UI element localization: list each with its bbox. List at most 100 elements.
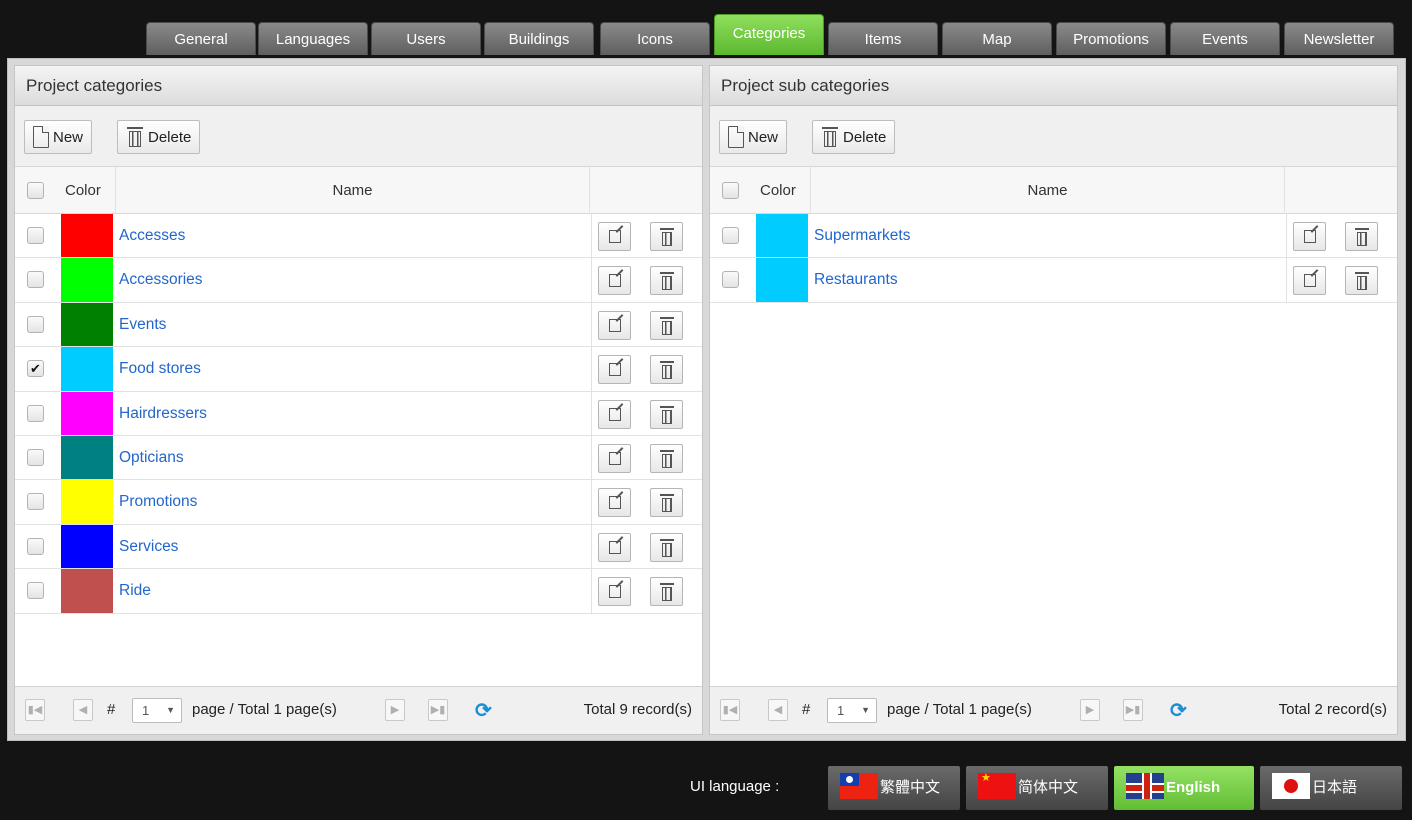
delete-row-button[interactable] (650, 266, 683, 296)
edit-button[interactable] (598, 266, 631, 296)
row-checkbox[interactable] (27, 360, 44, 378)
color-swatch (61, 435, 113, 480)
tab-icons[interactable]: Icons (600, 22, 710, 55)
table-row[interactable]: Accessories (15, 258, 702, 303)
tab-items[interactable]: Items (828, 22, 938, 55)
tab-users[interactable]: Users (371, 22, 481, 55)
row-checkbox[interactable] (722, 271, 739, 289)
delete-row-button[interactable] (650, 488, 683, 518)
edit-button[interactable] (1293, 266, 1326, 296)
select-all-checkbox[interactable] (722, 182, 739, 199)
delete-row-button[interactable] (1345, 222, 1378, 251)
row-name-link[interactable]: Food stores (119, 347, 201, 391)
row-name-link[interactable]: Events (119, 303, 166, 347)
page-select[interactable]: 1 ▼ (827, 698, 877, 723)
edit-button[interactable] (598, 310, 631, 340)
tab-buildings[interactable]: Buildings (484, 22, 594, 55)
edit-button[interactable] (598, 577, 631, 607)
prev-page-button[interactable]: ◀ (768, 699, 788, 721)
language-simplified-chinese[interactable]: 简体中文 (966, 766, 1108, 810)
new-document-icon (33, 126, 49, 148)
new-subcategory-button[interactable]: New (719, 120, 788, 154)
row-name-link[interactable]: Ride (119, 569, 151, 613)
chevron-down-icon: ▼ (166, 705, 175, 715)
last-page-button[interactable]: ▶▮ (428, 699, 448, 721)
row-name-link[interactable]: Accesses (119, 214, 185, 258)
table-row[interactable]: Events (15, 302, 702, 348)
row-checkbox[interactable] (27, 404, 44, 422)
table-row[interactable]: Opticians (15, 435, 702, 481)
language-traditional-chinese[interactable]: 繁體中文 (828, 766, 960, 810)
tab-languages[interactable]: Languages (258, 22, 368, 55)
row-checkbox[interactable] (27, 271, 44, 289)
tab-categories[interactable]: Categories (714, 14, 824, 55)
page-select[interactable]: 1 ▼ (132, 698, 182, 723)
edit-icon (609, 585, 621, 599)
trash-icon (660, 228, 674, 246)
prev-page-button[interactable]: ◀ (73, 699, 93, 721)
table-row[interactable]: Supermarkets (710, 214, 1397, 259)
delete-row-button[interactable] (650, 222, 683, 251)
row-checkbox[interactable] (27, 582, 44, 600)
next-page-button[interactable]: ▶ (385, 699, 405, 721)
language-japanese[interactable]: 日本語 (1260, 766, 1402, 810)
column-header-name[interactable]: Name (115, 167, 590, 214)
row-checkbox[interactable] (27, 537, 44, 555)
edit-button[interactable] (1293, 222, 1326, 251)
page-total-text: page / Total 1 page(s) (192, 701, 337, 718)
delete-row-button[interactable] (650, 443, 683, 473)
first-page-button[interactable]: ▮◀ (25, 699, 45, 721)
delete-row-button[interactable] (650, 532, 683, 562)
tab-newsletter[interactable]: Newsletter (1284, 22, 1394, 55)
column-header-name[interactable]: Name (810, 167, 1285, 214)
tab-events[interactable]: Events (1170, 22, 1280, 55)
delete-subcategory-button[interactable]: Delete (812, 120, 896, 154)
tab-promotions[interactable]: Promotions (1056, 22, 1166, 55)
new-button-label: New (748, 128, 779, 146)
first-page-button[interactable]: ▮◀ (720, 699, 740, 721)
table-row[interactable]: Food stores (15, 347, 702, 392)
next-page-button[interactable]: ▶ (1080, 699, 1100, 721)
delete-category-button[interactable]: Delete (117, 120, 201, 154)
column-header-color[interactable]: Color (760, 167, 810, 214)
edit-button[interactable] (598, 222, 631, 251)
table-row[interactable]: Accesses (15, 214, 702, 259)
row-name-link[interactable]: Services (119, 525, 178, 569)
row-name-link[interactable]: Restaurants (814, 258, 898, 302)
edit-button[interactable] (598, 488, 631, 518)
row-checkbox[interactable] (27, 315, 44, 333)
column-header-color[interactable]: Color (65, 167, 115, 214)
new-category-button[interactable]: New (24, 120, 93, 154)
row-checkbox[interactable] (27, 448, 44, 466)
delete-row-button[interactable] (650, 399, 683, 429)
table-row[interactable]: Hairdressers (15, 391, 702, 436)
row-name-link[interactable]: Promotions (119, 480, 197, 524)
refresh-icon[interactable]: ⟳ (475, 698, 492, 723)
table-row[interactable]: Ride (15, 569, 702, 614)
tab-map[interactable]: Map (942, 22, 1052, 55)
delete-row-button[interactable] (650, 310, 683, 340)
edit-button[interactable] (598, 355, 631, 385)
delete-row-button[interactable] (650, 577, 683, 607)
row-checkbox[interactable] (27, 227, 44, 244)
select-all-checkbox[interactable] (27, 182, 44, 199)
last-page-button[interactable]: ▶▮ (1123, 699, 1143, 721)
edit-button[interactable] (598, 532, 631, 562)
row-name-link[interactable]: Accessories (119, 258, 203, 302)
delete-row-button[interactable] (650, 355, 683, 385)
row-name-link[interactable]: Supermarkets (814, 214, 910, 258)
language-english[interactable]: English (1114, 766, 1254, 810)
row-checkbox[interactable] (27, 493, 44, 511)
delete-row-button[interactable] (1345, 266, 1378, 296)
edit-button[interactable] (598, 443, 631, 473)
edit-button[interactable] (598, 399, 631, 429)
row-name-link[interactable]: Opticians (119, 436, 184, 480)
refresh-icon[interactable]: ⟳ (1170, 698, 1187, 723)
footer-bar: UI language : 繁體中文 简体中文 English 日本語 (0, 741, 1412, 820)
table-row[interactable]: Restaurants (710, 258, 1397, 303)
row-checkbox[interactable] (722, 227, 739, 244)
tab-general[interactable]: General (146, 22, 256, 55)
table-row[interactable]: Services (15, 524, 702, 570)
row-name-link[interactable]: Hairdressers (119, 392, 207, 436)
table-row[interactable]: Promotions (15, 480, 702, 525)
